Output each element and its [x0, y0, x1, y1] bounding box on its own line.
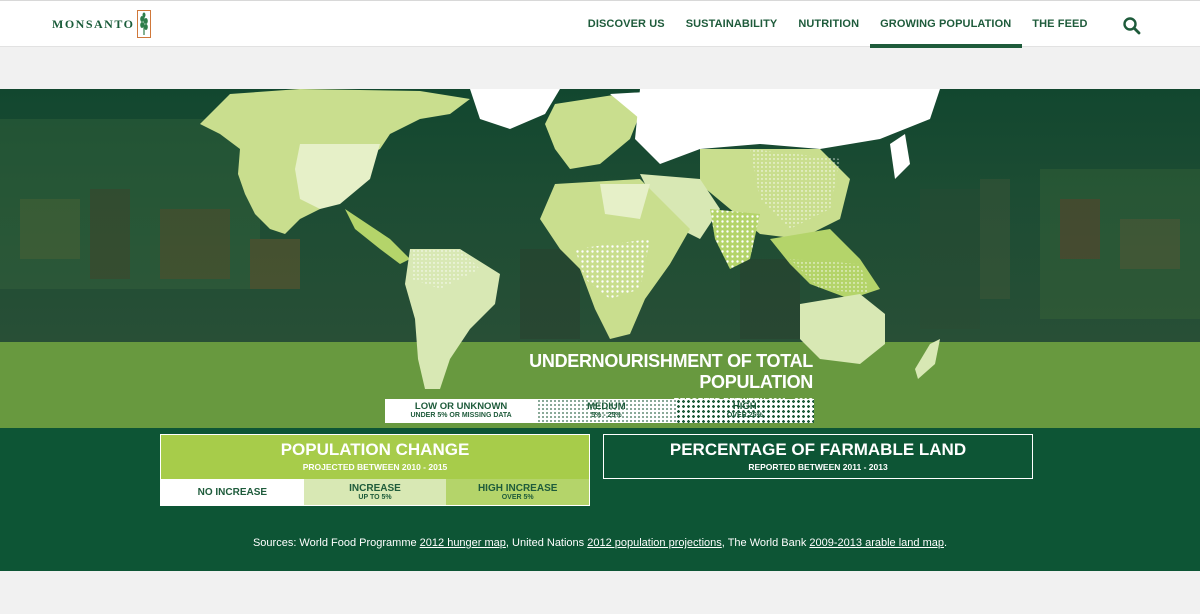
sources-mid1: , United Nations [505, 537, 588, 549]
farmable-land-title: PERCENTAGE OF FARMABLE LAND [669, 440, 967, 459]
legend-medium: MEDIUM 5% - 25% [537, 399, 676, 423]
undernourishment-title: UNDERNOURISHMENT OF TOTAL POPULATION [529, 351, 813, 392]
nav-sustainability[interactable]: SUSTAINABILITY [675, 1, 788, 48]
undernourishment-legend: LOW OR UNKNOWN UNDER 5% OR MISSING DATA … [385, 399, 814, 423]
farmable-land-panel[interactable]: PERCENTAGE OF FARMABLE LAND REPORTED BET… [603, 434, 1033, 479]
population-projections-link[interactable]: 2012 population projections [587, 537, 722, 549]
search-icon[interactable] [1122, 16, 1142, 36]
hunger-map-link[interactable]: 2012 hunger map [420, 537, 506, 549]
logo-wheat-icon [137, 10, 152, 38]
sources-line: Sources: World Food Programme 2012 hunge… [0, 537, 1200, 549]
legend-low-label: LOW OR UNKNOWN [414, 401, 508, 412]
legend-medium-detail: 5% - 25% [591, 412, 622, 419]
sources-mid2: , The World Bank [721, 537, 810, 549]
population-change-panel[interactable]: POPULATION CHANGE PROJECTED BETWEEN 2010… [160, 434, 590, 506]
legend-high: HIGH OVER 25% [675, 399, 814, 423]
legend-high-increase-label: HIGH INCREASE [477, 482, 558, 494]
sources-suffix: . [943, 537, 948, 549]
legend-high-detail: OVER 25% [726, 412, 763, 419]
legend-increase-detail: UP TO 5% [358, 493, 392, 501]
legend-no-increase-label: NO INCREASE [197, 486, 268, 498]
infographic-hero: UNDERNOURISHMENT OF TOTAL POPULATION REP… [0, 89, 1200, 571]
brand-name: MONSANTO [52, 16, 135, 31]
nav-growing-population[interactable]: GROWING POPULATION [869, 1, 1022, 48]
site-header: MONSANTO DISCOVER US SUSTAINABILITY NUTR… [0, 0, 1200, 48]
world-map [200, 89, 940, 389]
population-legend: NO INCREASE INCREASE UP TO 5% HIGH INCRE… [161, 479, 590, 505]
legend-high-label: HIGH [732, 401, 757, 412]
legend-high-increase: HIGH INCREASE OVER 5% [446, 479, 590, 505]
nav-the-feed[interactable]: THE FEED [1022, 1, 1098, 48]
main-nav: DISCOVER US SUSTAINABILITY NUTRITION GRO… [577, 1, 1142, 48]
monsanto-logo[interactable]: MONSANTO [52, 10, 152, 38]
population-change-title: POPULATION CHANGE [280, 440, 470, 459]
arable-land-map-link[interactable]: 2009-2013 arable land map [809, 537, 944, 549]
legend-increase-label: INCREASE [349, 482, 401, 494]
legend-low-detail: UNDER 5% OR MISSING DATA [410, 412, 512, 419]
nav-discover-us[interactable]: DISCOVER US [577, 1, 675, 48]
undernourishment-title-block: UNDERNOURISHMENT OF TOTAL POPULATION REP… [453, 351, 813, 406]
legend-low: LOW OR UNKNOWN UNDER 5% OR MISSING DATA [385, 399, 537, 423]
legend-no-increase: NO INCREASE [161, 479, 304, 505]
sources-prefix: Sources: World Food Programme [252, 537, 420, 549]
legend-increase: INCREASE UP TO 5% [303, 479, 447, 505]
legend-high-increase-detail: OVER 5% [501, 493, 534, 501]
legend-medium-label: MEDIUM [587, 401, 626, 412]
population-change-subtitle: PROJECTED BETWEEN 2010 - 2015 [302, 462, 448, 472]
nav-nutrition[interactable]: NUTRITION [788, 1, 870, 48]
farmable-land-subtitle: REPORTED BETWEEN 2011 - 2013 [748, 462, 888, 472]
